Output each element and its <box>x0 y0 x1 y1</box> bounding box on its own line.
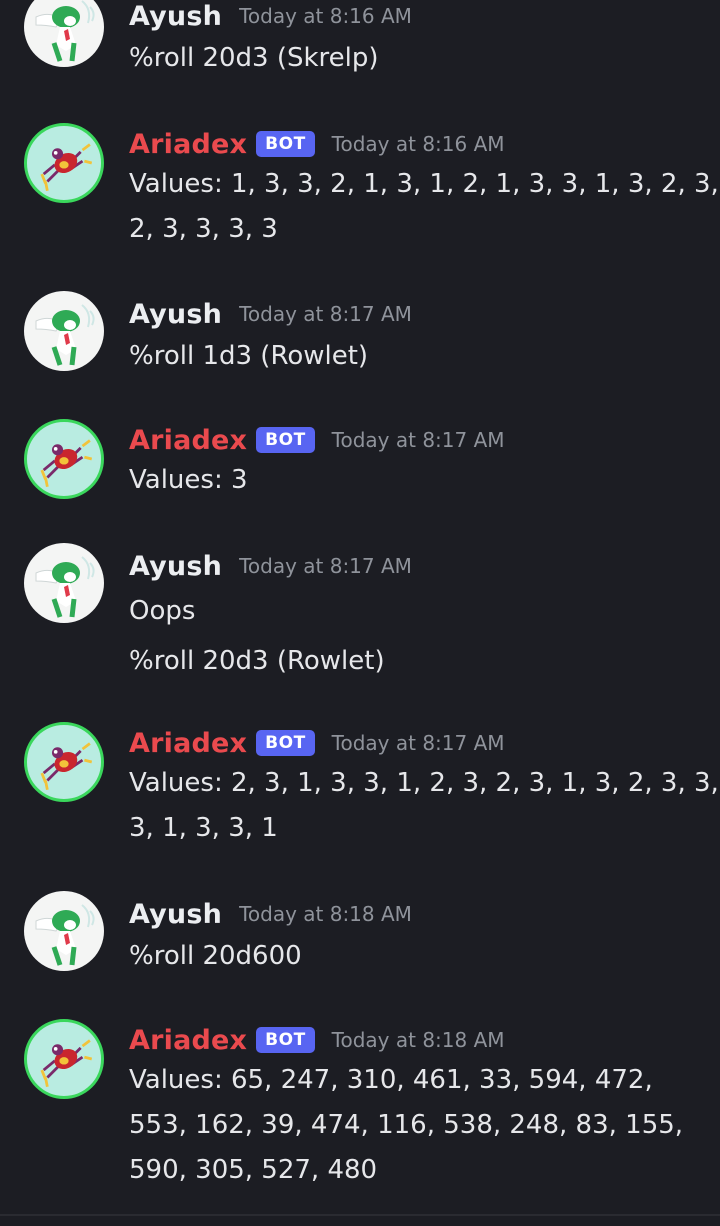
message-content: Values: 65, 247, 310, 461, 33, 594, 472,… <box>129 1058 699 1193</box>
ariados-avatar-icon <box>40 1039 93 1088</box>
message-header: Ariadex BOT Today at 8:18 AM <box>129 1022 505 1058</box>
timestamp: Today at 8:17 AM <box>331 731 505 755</box>
chat-message: Ariadex BOT Today at 8:18 AM Values: 65,… <box>0 1019 720 1197</box>
bot-badge: BOT <box>256 131 315 157</box>
message-text: %roll 20d600 <box>129 941 302 971</box>
message-header: Ayush Today at 8:17 AM <box>129 548 412 584</box>
message-text: Values: 3 <box>129 465 248 495</box>
bot-badge: BOT <box>256 1027 315 1053</box>
message-content: Values: 1, 3, 3, 2, 1, 3, 1, 2, 1, 3, 3,… <box>129 162 719 252</box>
message-text: Values: 65, 247, 310, 461, 33, 594, 472, <box>129 1065 653 1095</box>
timestamp: Today at 8:17 AM <box>239 554 412 578</box>
chat-message: Ayush Today at 8:18 AM %roll 20d600 <box>0 891 720 979</box>
message-text: 2, 3, 3, 3, 3 <box>129 214 278 244</box>
message-text: %roll 1d3 (Rowlet) <box>129 341 369 371</box>
message-text: Values: 2, 3, 1, 3, 3, 1, 2, 3, 2, 3, 1,… <box>129 768 719 798</box>
timestamp: Today at 8:16 AM <box>239 4 412 28</box>
message-content: %roll 1d3 (Rowlet) <box>129 334 699 379</box>
author-name[interactable]: Ariadex <box>129 129 247 160</box>
user-avatar[interactable] <box>24 891 104 971</box>
bot-avatar[interactable] <box>24 722 104 802</box>
message-text: 3, 1, 3, 3, 1 <box>129 813 278 843</box>
timestamp: Today at 8:18 AM <box>331 1028 505 1052</box>
ariados-avatar-icon <box>40 439 93 488</box>
author-name[interactable]: Ayush <box>129 299 222 330</box>
message-text: %roll 20d3 (Skrelp) <box>129 43 379 73</box>
author-name[interactable]: Ariadex <box>129 425 247 456</box>
timestamp: Today at 8:18 AM <box>239 902 412 926</box>
timestamp: Today at 8:17 AM <box>331 428 505 452</box>
message-content: Oops %roll 20d3 (Rowlet) <box>129 586 699 686</box>
message-header: Ariadex BOT Today at 8:17 AM <box>129 422 505 458</box>
message-text: 590, 305, 527, 480 <box>129 1155 378 1185</box>
chat-message: Ariadex BOT Today at 8:17 AM Values: 2, … <box>0 722 720 855</box>
chat-message: Ariadex BOT Today at 8:17 AM Values: 3 <box>0 419 720 503</box>
bot-avatar[interactable] <box>24 1019 104 1099</box>
timestamp: Today at 8:16 AM <box>331 132 505 156</box>
bot-badge: BOT <box>256 730 315 756</box>
gallade-avatar-icon <box>35 556 95 618</box>
author-name[interactable]: Ayush <box>129 1 222 32</box>
message-header: Ayush Today at 8:17 AM <box>129 296 412 332</box>
chat-message: Ayush Today at 8:16 AM %roll 20d3 (Skrel… <box>0 0 720 78</box>
bot-avatar[interactable] <box>24 419 104 499</box>
message-content: Values: 3 <box>129 458 699 503</box>
chat-message: Ariadex BOT Today at 8:16 AM Values: 1, … <box>0 123 720 256</box>
timestamp: Today at 8:17 AM <box>239 302 412 326</box>
author-name[interactable]: Ayush <box>129 899 222 930</box>
gallade-avatar-icon <box>35 904 95 966</box>
user-avatar[interactable] <box>24 291 104 371</box>
message-header: Ayush Today at 8:16 AM <box>129 0 412 34</box>
ariados-avatar-icon <box>40 143 93 192</box>
message-text: %roll 20d3 (Rowlet) <box>129 646 385 676</box>
author-name[interactable]: Ariadex <box>129 1025 247 1056</box>
gallade-avatar-icon <box>35 304 95 366</box>
chat-messages: Ayush Today at 8:16 AM %roll 20d3 (Skrel… <box>0 0 720 1226</box>
chat-message: Ayush Today at 8:17 AM Oops %roll 20d3 (… <box>0 543 720 678</box>
message-text: Values: 1, 3, 3, 2, 1, 3, 1, 2, 1, 3, 3,… <box>129 169 719 199</box>
user-avatar[interactable] <box>24 543 104 623</box>
message-header: Ariadex BOT Today at 8:16 AM <box>129 126 505 162</box>
chat-message: Ayush Today at 8:17 AM %roll 1d3 (Rowlet… <box>0 291 720 379</box>
bot-badge: BOT <box>256 427 315 453</box>
bot-avatar[interactable] <box>24 123 104 203</box>
message-text: 553, 162, 39, 474, 116, 538, 248, 83, 15… <box>129 1110 684 1140</box>
message-header: Ayush Today at 8:18 AM <box>129 896 412 932</box>
ariados-avatar-icon <box>40 742 93 791</box>
message-content: %roll 20d600 <box>129 934 699 979</box>
message-content: Values: 2, 3, 1, 3, 3, 1, 2, 3, 2, 3, 1,… <box>129 761 719 851</box>
message-text: Oops <box>129 596 196 626</box>
message-content: %roll 20d3 (Skrelp) <box>129 36 699 81</box>
user-avatar[interactable] <box>24 0 104 67</box>
message-header: Ariadex BOT Today at 8:17 AM <box>129 725 505 761</box>
gallade-avatar-icon <box>35 0 95 62</box>
author-name[interactable]: Ayush <box>129 551 222 582</box>
author-name[interactable]: Ariadex <box>129 728 247 759</box>
divider <box>0 1214 720 1216</box>
